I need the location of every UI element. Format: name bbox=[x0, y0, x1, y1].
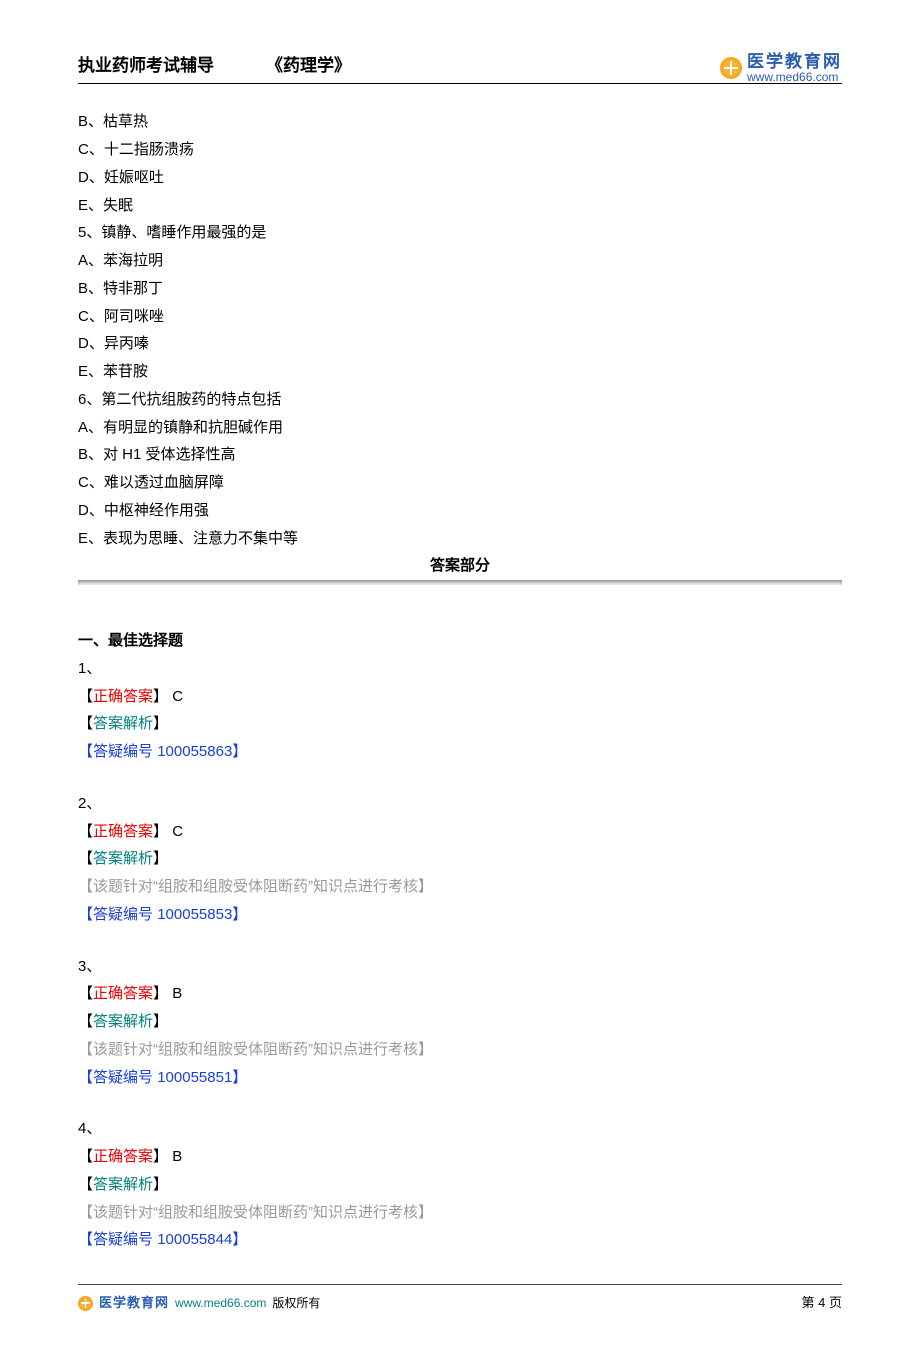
option-line: E、表现为思睡、注意力不集中等 bbox=[78, 525, 842, 553]
qid-label: 答疑编号 bbox=[93, 906, 153, 923]
correct-answer-line: 【正确答案】 B bbox=[78, 1143, 842, 1171]
option-line: E、失眠 bbox=[78, 192, 842, 220]
answer-letter: C bbox=[172, 823, 183, 840]
answer-num: 3、 bbox=[78, 953, 842, 981]
qid-label: 答疑编号 bbox=[93, 1069, 153, 1086]
answer-letter: B bbox=[172, 1148, 182, 1165]
page-footer: 医学教育网 www.med66.com 版权所有 第 4 页 bbox=[78, 1284, 842, 1315]
footer-url: www.med66.com bbox=[175, 1292, 266, 1314]
correct-answer-line: 【正确答案】 B bbox=[78, 980, 842, 1008]
option-line: D、中枢神经作用强 bbox=[78, 497, 842, 525]
qid-label: 答疑编号 bbox=[93, 1231, 153, 1248]
qid-line: 【答疑编号 100055844】 bbox=[78, 1226, 842, 1254]
answer-block-4: 4、 【正确答案】 B 【答案解析】 【该题针对“组胺和组胺受体阻断药”知识点进… bbox=[78, 1115, 842, 1254]
option-line: E、苯苷胺 bbox=[78, 358, 842, 386]
answer-letter: B bbox=[172, 985, 182, 1002]
correct-answer-line: 【正确答案】 C bbox=[78, 683, 842, 711]
page-header: 执业药师考试辅导 《药理学》 医学教育网 www.med66.com bbox=[78, 50, 842, 84]
option-line: B、对 H1 受体选择性高 bbox=[78, 441, 842, 469]
option-line: C、十二指肠溃疡 bbox=[78, 136, 842, 164]
question-stem: 5、镇静、嗜睡作用最强的是 bbox=[78, 219, 842, 247]
answer-num: 4、 bbox=[78, 1115, 842, 1143]
analysis-text: 【该题针对“组胺和组胺受体阻断药”知识点进行考核】 bbox=[78, 1036, 842, 1064]
option-line: C、阿司咪唑 bbox=[78, 303, 842, 331]
header-titles: 执业药师考试辅导 《药理学》 bbox=[78, 50, 351, 81]
correct-label: 正确答案 bbox=[93, 1148, 153, 1165]
qid-value: 100055851 bbox=[157, 1069, 232, 1086]
qid-line: 【答疑编号 100055851】 bbox=[78, 1064, 842, 1092]
option-line: A、有明显的镇静和抗胆碱作用 bbox=[78, 414, 842, 442]
analysis-label-line: 【答案解析】 bbox=[78, 1171, 842, 1199]
analysis-label-line: 【答案解析】 bbox=[78, 845, 842, 873]
analysis-text: 【该题针对“组胺和组胺受体阻断药”知识点进行考核】 bbox=[78, 1199, 842, 1227]
plus-badge-icon bbox=[720, 57, 742, 79]
section-divider bbox=[78, 580, 842, 585]
analysis-text: 【该题针对“组胺和组胺受体阻断药”知识点进行考核】 bbox=[78, 873, 842, 901]
header-logo-cn: 医学教育网 bbox=[747, 53, 842, 71]
qid-value: 100055853 bbox=[157, 906, 232, 923]
option-line: B、特非那丁 bbox=[78, 275, 842, 303]
answer-block-1: 1、 【正确答案】 C 【答案解析】 【答疑编号 100055863】 bbox=[78, 655, 842, 766]
correct-label: 正确答案 bbox=[93, 985, 153, 1002]
option-line: D、异丙嗪 bbox=[78, 330, 842, 358]
header-logo-url: www.med66.com bbox=[747, 71, 842, 84]
footer-left: 医学教育网 www.med66.com 版权所有 bbox=[78, 1291, 320, 1315]
analysis-label-line: 【答案解析】 bbox=[78, 710, 842, 738]
header-logo-text: 医学教育网 www.med66.com bbox=[747, 53, 842, 83]
answer-section-title: 答案部分 bbox=[78, 552, 842, 580]
analysis-label: 答案解析 bbox=[93, 1176, 153, 1193]
answer-block-2: 2、 【正确答案】 C 【答案解析】 【该题针对“组胺和组胺受体阻断药”知识点进… bbox=[78, 790, 842, 929]
qid-line: 【答疑编号 100055853】 bbox=[78, 901, 842, 929]
qid-value: 100055844 bbox=[157, 1231, 232, 1248]
answer-block-3: 3、 【正确答案】 B 【答案解析】 【该题针对“组胺和组胺受体阻断药”知识点进… bbox=[78, 953, 842, 1092]
correct-label: 正确答案 bbox=[93, 688, 153, 705]
option-line: A、苯海拉明 bbox=[78, 247, 842, 275]
header-title-right: 《药理学》 bbox=[266, 50, 351, 81]
analysis-label: 答案解析 bbox=[93, 1013, 153, 1030]
content-body: B、枯草热 C、十二指肠溃疡 D、妊娠呕吐 E、失眠 5、镇静、嗜睡作用最强的是… bbox=[78, 108, 842, 1254]
analysis-label: 答案解析 bbox=[93, 850, 153, 867]
footer-copyright: 版权所有 bbox=[272, 1292, 320, 1314]
answer-letter: C bbox=[172, 688, 183, 705]
answer-num: 2、 bbox=[78, 790, 842, 818]
plus-badge-icon bbox=[78, 1296, 93, 1311]
footer-brand: 医学教育网 bbox=[99, 1291, 169, 1315]
option-line: B、枯草热 bbox=[78, 108, 842, 136]
footer-page-number: 第 4 页 bbox=[802, 1291, 842, 1315]
correct-label: 正确答案 bbox=[93, 823, 153, 840]
question-stem: 6、第二代抗组胺药的特点包括 bbox=[78, 386, 842, 414]
correct-answer-line: 【正确答案】 C bbox=[78, 818, 842, 846]
header-logo: 医学教育网 www.med66.com bbox=[720, 53, 842, 83]
option-line: C、难以透过血脑屏障 bbox=[78, 469, 842, 497]
qid-value: 100055863 bbox=[157, 743, 232, 760]
answer-num: 1、 bbox=[78, 655, 842, 683]
choice-heading: 一、最佳选择题 bbox=[78, 627, 842, 655]
analysis-label-line: 【答案解析】 bbox=[78, 1008, 842, 1036]
qid-line: 【答疑编号 100055863】 bbox=[78, 738, 842, 766]
analysis-label: 答案解析 bbox=[93, 715, 153, 732]
option-line: D、妊娠呕吐 bbox=[78, 164, 842, 192]
header-title-left: 执业药师考试辅导 bbox=[78, 50, 214, 81]
qid-label: 答疑编号 bbox=[93, 743, 153, 760]
